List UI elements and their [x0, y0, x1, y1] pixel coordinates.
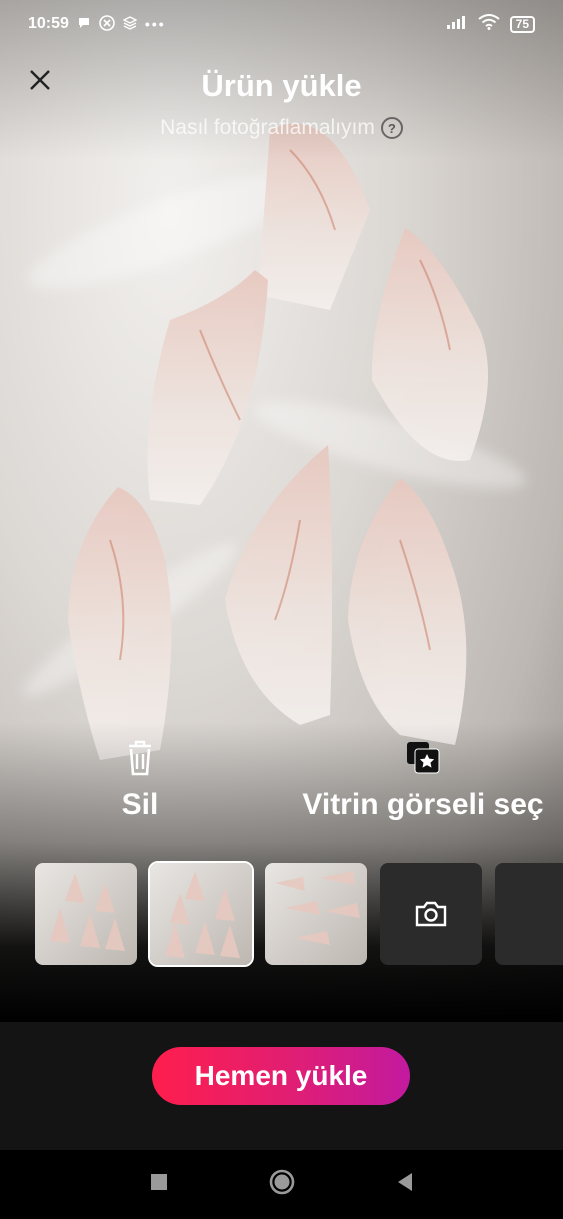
back-button[interactable]	[396, 1172, 414, 1197]
clock: 10:59	[28, 15, 69, 32]
delete-label: Sil	[121, 788, 159, 821]
more-dots-icon: •••	[144, 16, 166, 32]
recent-apps-button[interactable]	[150, 1173, 168, 1196]
photo-thumbnail[interactable]	[265, 863, 367, 965]
camera-icon	[415, 901, 447, 927]
empty-photo-slot[interactable]	[495, 863, 563, 965]
home-circle-icon	[269, 1169, 294, 1195]
select-cover-label: Vitrin görseli seç	[302, 788, 544, 821]
page-title: Ürün yükle	[201, 68, 362, 103]
x-circle-icon	[99, 14, 115, 34]
status-bar: 10:59 ••• 75	[0, 0, 563, 48]
delete-photo-button[interactable]: Sil	[110, 738, 170, 822]
select-cover-button[interactable]: Vitrin görseli seç	[290, 738, 556, 822]
home-button[interactable]	[268, 1168, 296, 1201]
system-navigation-bar	[0, 1150, 563, 1219]
photo-guide-label: Nasıl fotoğraflamalıyım	[160, 116, 375, 139]
add-photo-camera-button[interactable]	[380, 863, 482, 965]
photo-guide-link[interactable]: Nasıl fotoğraflamalıyım ?	[0, 116, 563, 140]
cover-star-icon	[407, 742, 440, 774]
chat-bubble-icon	[77, 16, 91, 33]
wifi-icon	[478, 13, 500, 35]
layers-icon	[122, 15, 138, 33]
battery-icon: 75	[509, 15, 535, 33]
signal-icon	[446, 15, 468, 34]
photo-thumbnail-strip	[35, 861, 563, 967]
square-icon	[150, 1174, 167, 1190]
trash-icon	[129, 740, 151, 776]
photo-thumbnail[interactable]	[35, 863, 137, 965]
upload-now-button[interactable]: Hemen yükle	[152, 1047, 410, 1105]
photo-thumbnail-selected[interactable]	[148, 861, 254, 967]
help-icon: ?	[380, 117, 403, 139]
back-triangle-icon	[397, 1173, 412, 1191]
